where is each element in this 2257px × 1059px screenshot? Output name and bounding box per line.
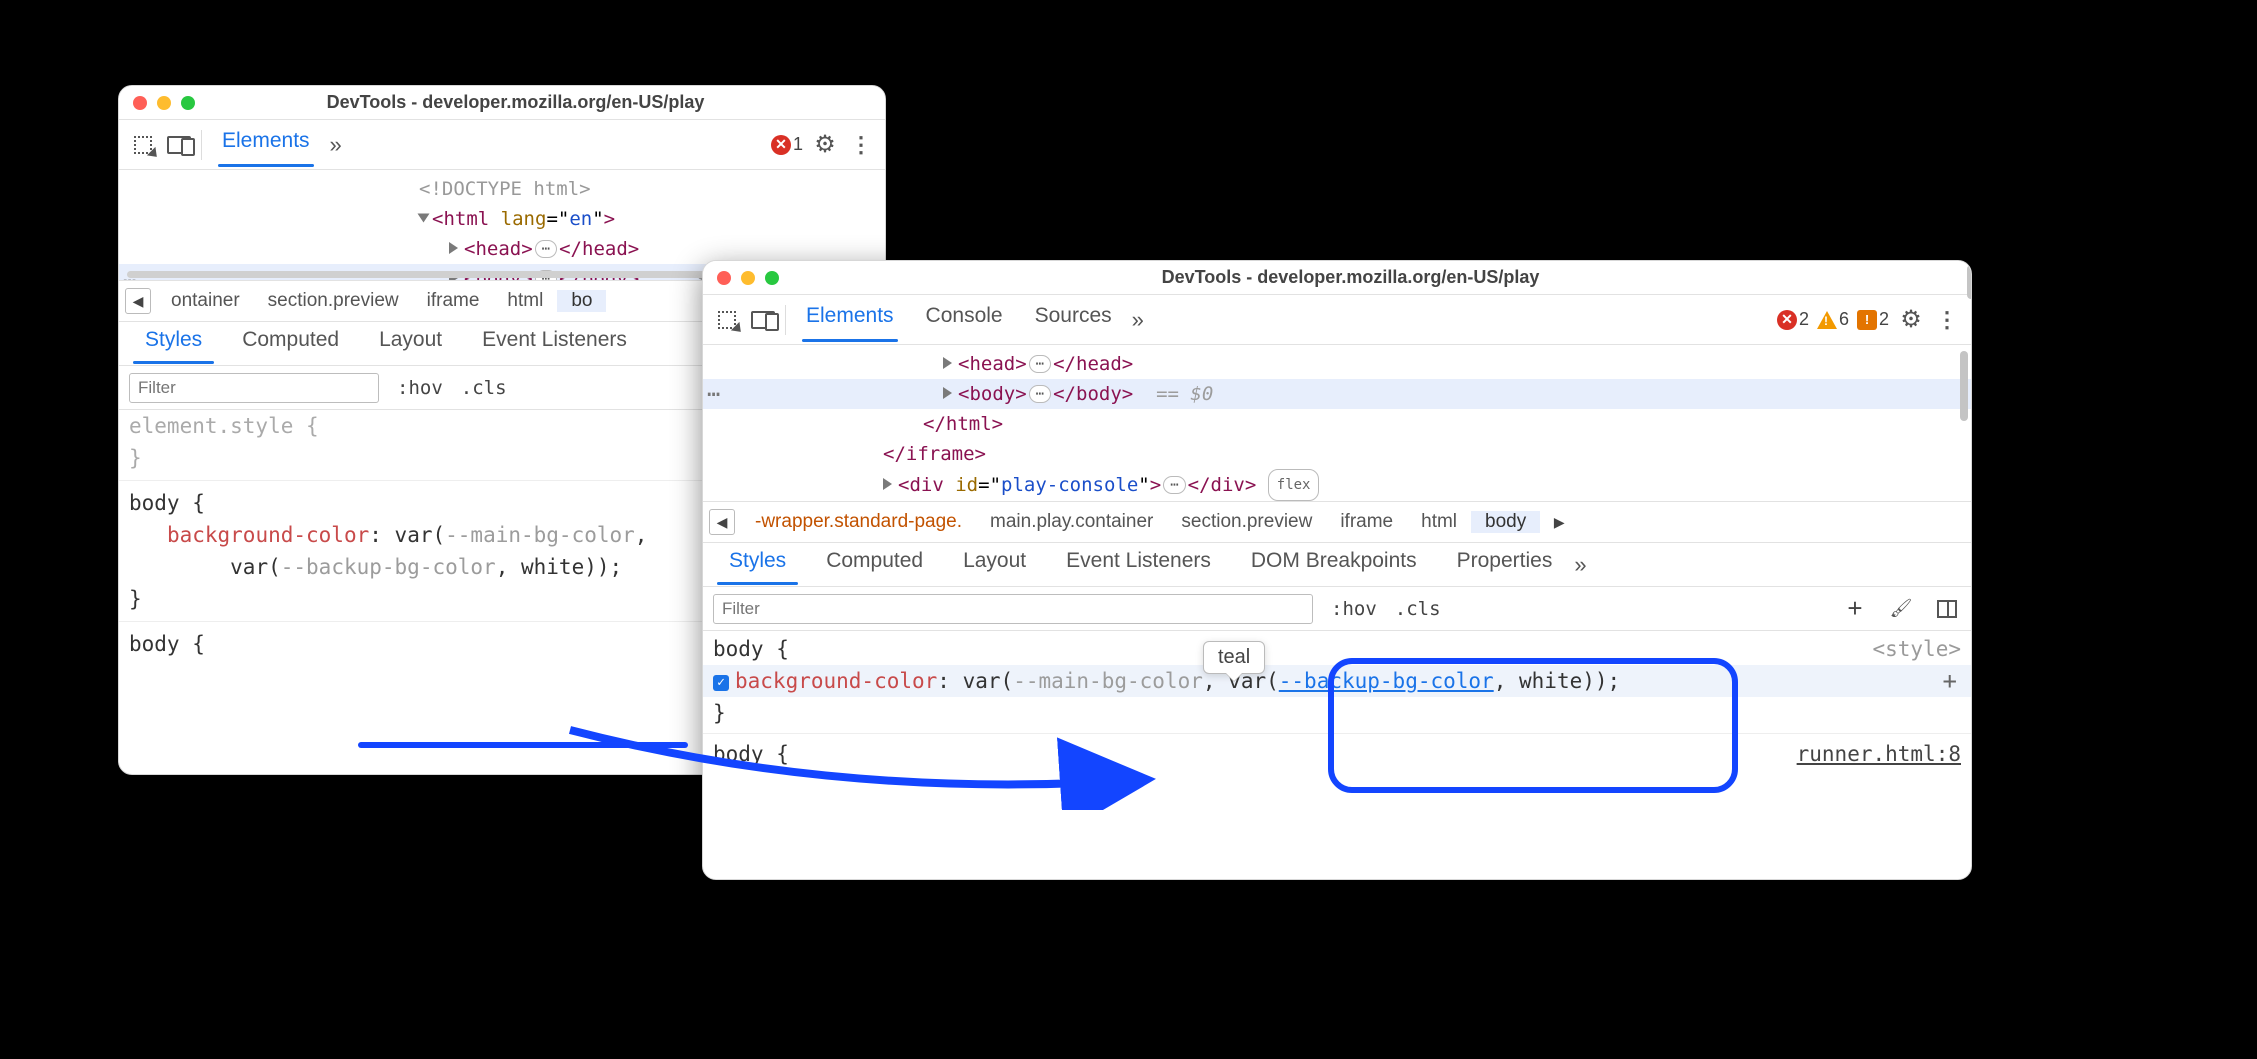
crumb-iframe[interactable]: iframe xyxy=(413,290,494,312)
breadcrumb-scroll-left[interactable]: ◀ xyxy=(709,509,735,535)
css-property[interactable]: background-color xyxy=(167,523,369,547)
device-toolbar-icon[interactable] xyxy=(165,131,193,159)
more-tabs-icon[interactable]: » xyxy=(1132,307,1144,333)
dom-div-row[interactable]: <div id="play-console">⋯</div> flex xyxy=(703,469,1971,501)
crumb-section[interactable]: section.preview xyxy=(1167,511,1326,533)
annotation-arrow xyxy=(560,690,1190,810)
computed-panel-icon[interactable] xyxy=(1933,595,1961,623)
cls-toggle[interactable]: .cls xyxy=(461,377,507,399)
main-tab-rail: Elements Console Sources » ✕2 6 !2 xyxy=(703,295,1971,345)
dom-body-row-selected[interactable]: <body>⋯</body> == $0 xyxy=(703,379,1971,409)
hov-toggle[interactable]: :hov xyxy=(1331,598,1377,620)
more-subtabs-icon[interactable]: » xyxy=(1574,552,1586,578)
inspect-element-icon[interactable] xyxy=(713,306,741,334)
subtab-layout[interactable]: Layout xyxy=(359,324,462,364)
styles-filter-bar: :hov .cls xyxy=(703,587,1971,631)
source-link-runner[interactable]: runner.html:8 xyxy=(1797,738,1961,770)
subtab-computed[interactable]: Computed xyxy=(222,324,359,364)
var-value-tooltip: teal xyxy=(1203,641,1265,674)
subtab-dom-breakpoints[interactable]: DOM Breakpoints xyxy=(1231,545,1437,585)
more-icon[interactable] xyxy=(847,131,875,159)
styles-filter-input[interactable] xyxy=(713,594,1313,624)
error-count-badge[interactable]: ✕2 xyxy=(1777,309,1809,330)
inspect-element-icon[interactable] xyxy=(129,131,157,159)
close-icon[interactable] xyxy=(717,271,731,285)
dom-truncated-row: <!DOCTYPE html> xyxy=(119,174,885,204)
rule-selector[interactable]: body xyxy=(713,637,764,661)
dom-html-row[interactable]: <html lang="en"> xyxy=(119,204,885,234)
close-icon[interactable] xyxy=(133,96,147,110)
subtab-properties[interactable]: Properties xyxy=(1437,545,1573,585)
annotation-highlight-box xyxy=(1328,658,1738,793)
dom-tree[interactable]: … <head>⋯</head> <body>⋯</body> == $0 </… xyxy=(703,345,1971,501)
crumb-section[interactable]: section.preview xyxy=(254,290,413,312)
crumb-main[interactable]: main.play.container xyxy=(976,511,1167,533)
issue-count-badge[interactable]: !2 xyxy=(1857,309,1889,330)
crumb-body[interactable]: bo xyxy=(557,290,606,312)
dom-iframe-close-row: </iframe> xyxy=(703,439,1971,469)
dom-head-row[interactable]: <head>⋯</head> xyxy=(703,349,1971,379)
crumb-iframe[interactable]: iframe xyxy=(1326,511,1407,533)
main-tab-rail: Elements » ✕1 xyxy=(119,120,885,170)
breadcrumb: ◀ -wrapper.standard-page. main.play.cont… xyxy=(703,501,1971,543)
subtab-computed[interactable]: Computed xyxy=(806,545,943,585)
gear-icon[interactable] xyxy=(811,131,839,159)
dom-html-close-row: </html> xyxy=(703,409,1971,439)
subtab-event-listeners[interactable]: Event Listeners xyxy=(462,324,647,364)
crumb-html[interactable]: html xyxy=(1407,511,1471,533)
subtab-event-listeners[interactable]: Event Listeners xyxy=(1046,545,1231,585)
tab-console[interactable]: Console xyxy=(914,298,1015,342)
cls-toggle[interactable]: .cls xyxy=(1395,598,1441,620)
more-tabs-icon[interactable]: » xyxy=(330,132,342,158)
gear-icon[interactable] xyxy=(1897,306,1925,334)
crumb-body[interactable]: body xyxy=(1471,511,1540,533)
subtab-styles[interactable]: Styles xyxy=(125,324,222,364)
rule-selector[interactable]: body xyxy=(129,491,180,515)
crumb-wrapper[interactable]: -wrapper.standard-page. xyxy=(741,511,976,533)
add-declaration-icon[interactable]: + xyxy=(1943,665,1957,697)
warning-count-badge[interactable]: 6 xyxy=(1817,309,1849,330)
styles-tab-rail: Styles Computed Layout Event Listeners D… xyxy=(703,543,1971,587)
tab-elements[interactable]: Elements xyxy=(794,298,906,342)
brush-icon[interactable] xyxy=(1887,595,1915,623)
crumb-html[interactable]: html xyxy=(493,290,557,312)
styles-filter-input[interactable] xyxy=(129,373,379,403)
breadcrumb-scroll-right[interactable]: ▶ xyxy=(1546,509,1572,535)
horizontal-scrollbar[interactable] xyxy=(127,271,745,278)
titlebar: DevTools - developer.mozilla.org/en-US/p… xyxy=(703,261,1971,295)
more-icon[interactable] xyxy=(1933,306,1961,334)
property-enabled-checkbox[interactable]: ✓ xyxy=(713,675,729,691)
subtab-styles[interactable]: Styles xyxy=(709,545,806,585)
device-toolbar-icon[interactable] xyxy=(749,306,777,334)
pane-scrollbar[interactable] xyxy=(1967,265,1972,299)
window-title: DevTools - developer.mozilla.org/en-US/p… xyxy=(158,92,873,113)
new-style-rule-icon[interactable] xyxy=(1841,595,1869,623)
source-link-style[interactable]: <style> xyxy=(1872,633,1961,665)
crumb-container[interactable]: ontainer xyxy=(157,290,254,312)
hov-toggle[interactable]: :hov xyxy=(397,377,443,399)
error-count-badge[interactable]: ✕1 xyxy=(771,134,803,155)
rule-selector-2[interactable]: body xyxy=(129,632,180,656)
titlebar: DevTools - developer.mozilla.org/en-US/p… xyxy=(119,86,885,120)
window-title: DevTools - developer.mozilla.org/en-US/p… xyxy=(742,267,1959,288)
tab-elements[interactable]: Elements xyxy=(210,123,322,167)
subtab-layout[interactable]: Layout xyxy=(943,545,1046,585)
breadcrumb-scroll-left[interactable]: ◀ xyxy=(125,288,151,314)
tab-sources[interactable]: Sources xyxy=(1023,298,1124,342)
dom-scrollbar[interactable] xyxy=(1960,351,1968,421)
